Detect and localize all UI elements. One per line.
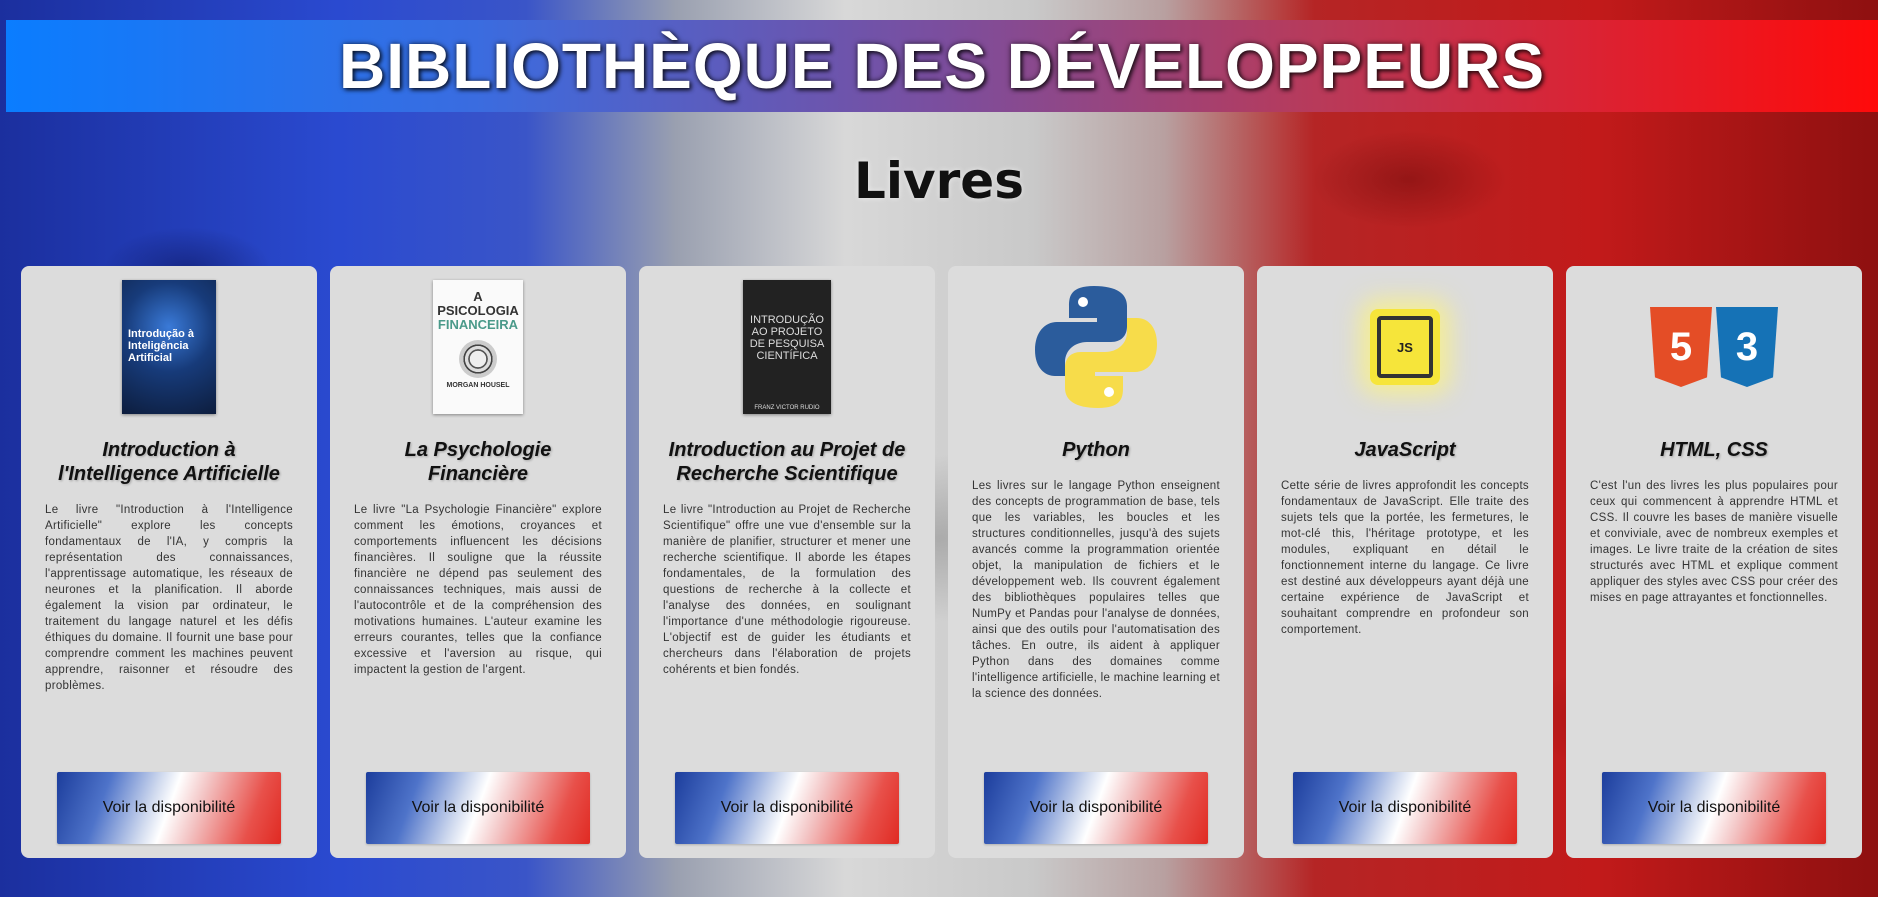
book-cover-psychology: A PSICOLOGIA FINANCEIRA MORGAN HOUSEL bbox=[354, 280, 602, 414]
availability-button[interactable]: Voir la disponibilité bbox=[366, 772, 590, 844]
availability-button[interactable]: Voir la disponibilité bbox=[1602, 772, 1826, 844]
book-title: Introduction au Projet de Recherche Scie… bbox=[668, 439, 906, 485]
book-cover-text: Introdução à Inteligência Artificial bbox=[128, 328, 195, 364]
book-description: Les livres sur le langage Python enseign… bbox=[972, 480, 1220, 700]
header-banner: BIBLIOTHÈQUE DES DÉVELOPPEURS bbox=[6, 20, 1878, 112]
book-cover-text: FINANCEIRA bbox=[437, 317, 519, 332]
book-title: JavaScript bbox=[1354, 439, 1456, 461]
book-description: Le livre "Introduction à l'Intelligence … bbox=[45, 504, 293, 692]
book-description: C'est l'un des livres les plus populaire… bbox=[1590, 480, 1838, 604]
availability-button[interactable]: Voir la disponibilité bbox=[984, 772, 1208, 844]
html-css-icon: 5 3 bbox=[1650, 307, 1778, 387]
book-title: HTML, CSS bbox=[1660, 439, 1768, 461]
book-cover-text: A PSICOLOGIA bbox=[437, 289, 519, 318]
javascript-icon: JS bbox=[1345, 287, 1465, 407]
availability-button[interactable]: Voir la disponibilité bbox=[1293, 772, 1517, 844]
book-card-ai: Introdução à Inteligência Artificial Int… bbox=[21, 266, 317, 858]
book-cover-image: A PSICOLOGIA FINANCEIRA MORGAN HOUSEL bbox=[433, 280, 523, 414]
python-logo-icon bbox=[972, 280, 1220, 414]
book-title: Introduction à l'Intelligence Artificiel… bbox=[58, 439, 280, 485]
book-card-html-css: 5 3 HTML, CSS C'est l'un des livres les … bbox=[1566, 266, 1862, 858]
book-title: Python bbox=[1062, 439, 1130, 461]
javascript-logo: JS bbox=[1281, 280, 1529, 414]
book-card-javascript: JS JavaScript Cette série de livres appr… bbox=[1257, 266, 1553, 858]
availability-button[interactable]: Voir la disponibilité bbox=[57, 772, 281, 844]
book-cover-author: MORGAN HOUSEL bbox=[446, 382, 510, 389]
book-cover-text: INTRODUÇÃO AO PROJETO DE PESQUISA CIENTÍ… bbox=[749, 314, 825, 362]
book-card-psychology: A PSICOLOGIA FINANCEIRA MORGAN HOUSEL La… bbox=[330, 266, 626, 858]
book-cover-author: FRANZ VICTOR RUDIO bbox=[754, 405, 820, 411]
page-title: BIBLIOTHÈQUE DES DÉVELOPPEURS bbox=[338, 30, 1546, 102]
css3-icon: 3 bbox=[1716, 307, 1778, 387]
book-description: Cette série de livres approfondit les co… bbox=[1281, 480, 1529, 636]
book-cards: Introdução à Inteligência Artificial Int… bbox=[21, 266, 1867, 858]
book-cover-image: INTRODUÇÃO AO PROJETO DE PESQUISA CIENTÍ… bbox=[743, 280, 831, 414]
book-description: Le livre "La Psychologie Financière" exp… bbox=[354, 504, 602, 676]
book-card-python: Python Les livres sur le langage Python … bbox=[948, 266, 1244, 858]
brain-icon bbox=[459, 340, 497, 378]
book-cover-ai: Introdução à Inteligência Artificial bbox=[45, 280, 293, 414]
html-css-logo: 5 3 bbox=[1590, 280, 1838, 414]
html5-icon: 5 bbox=[1650, 307, 1712, 387]
availability-button[interactable]: Voir la disponibilité bbox=[675, 772, 899, 844]
book-title: La Psychologie Financière bbox=[404, 439, 552, 485]
section-title: Livres bbox=[854, 152, 1024, 210]
book-card-research: INTRODUÇÃO AO PROJETO DE PESQUISA CIENTÍ… bbox=[639, 266, 935, 858]
logo-text: JS bbox=[1377, 316, 1433, 378]
book-description: Le livre "Introduction au Projet de Rech… bbox=[663, 504, 911, 676]
book-cover-image: Introdução à Inteligência Artificial bbox=[122, 280, 216, 414]
book-cover-research: INTRODUÇÃO AO PROJETO DE PESQUISA CIENTÍ… bbox=[663, 280, 911, 414]
python-icon bbox=[1035, 286, 1157, 408]
